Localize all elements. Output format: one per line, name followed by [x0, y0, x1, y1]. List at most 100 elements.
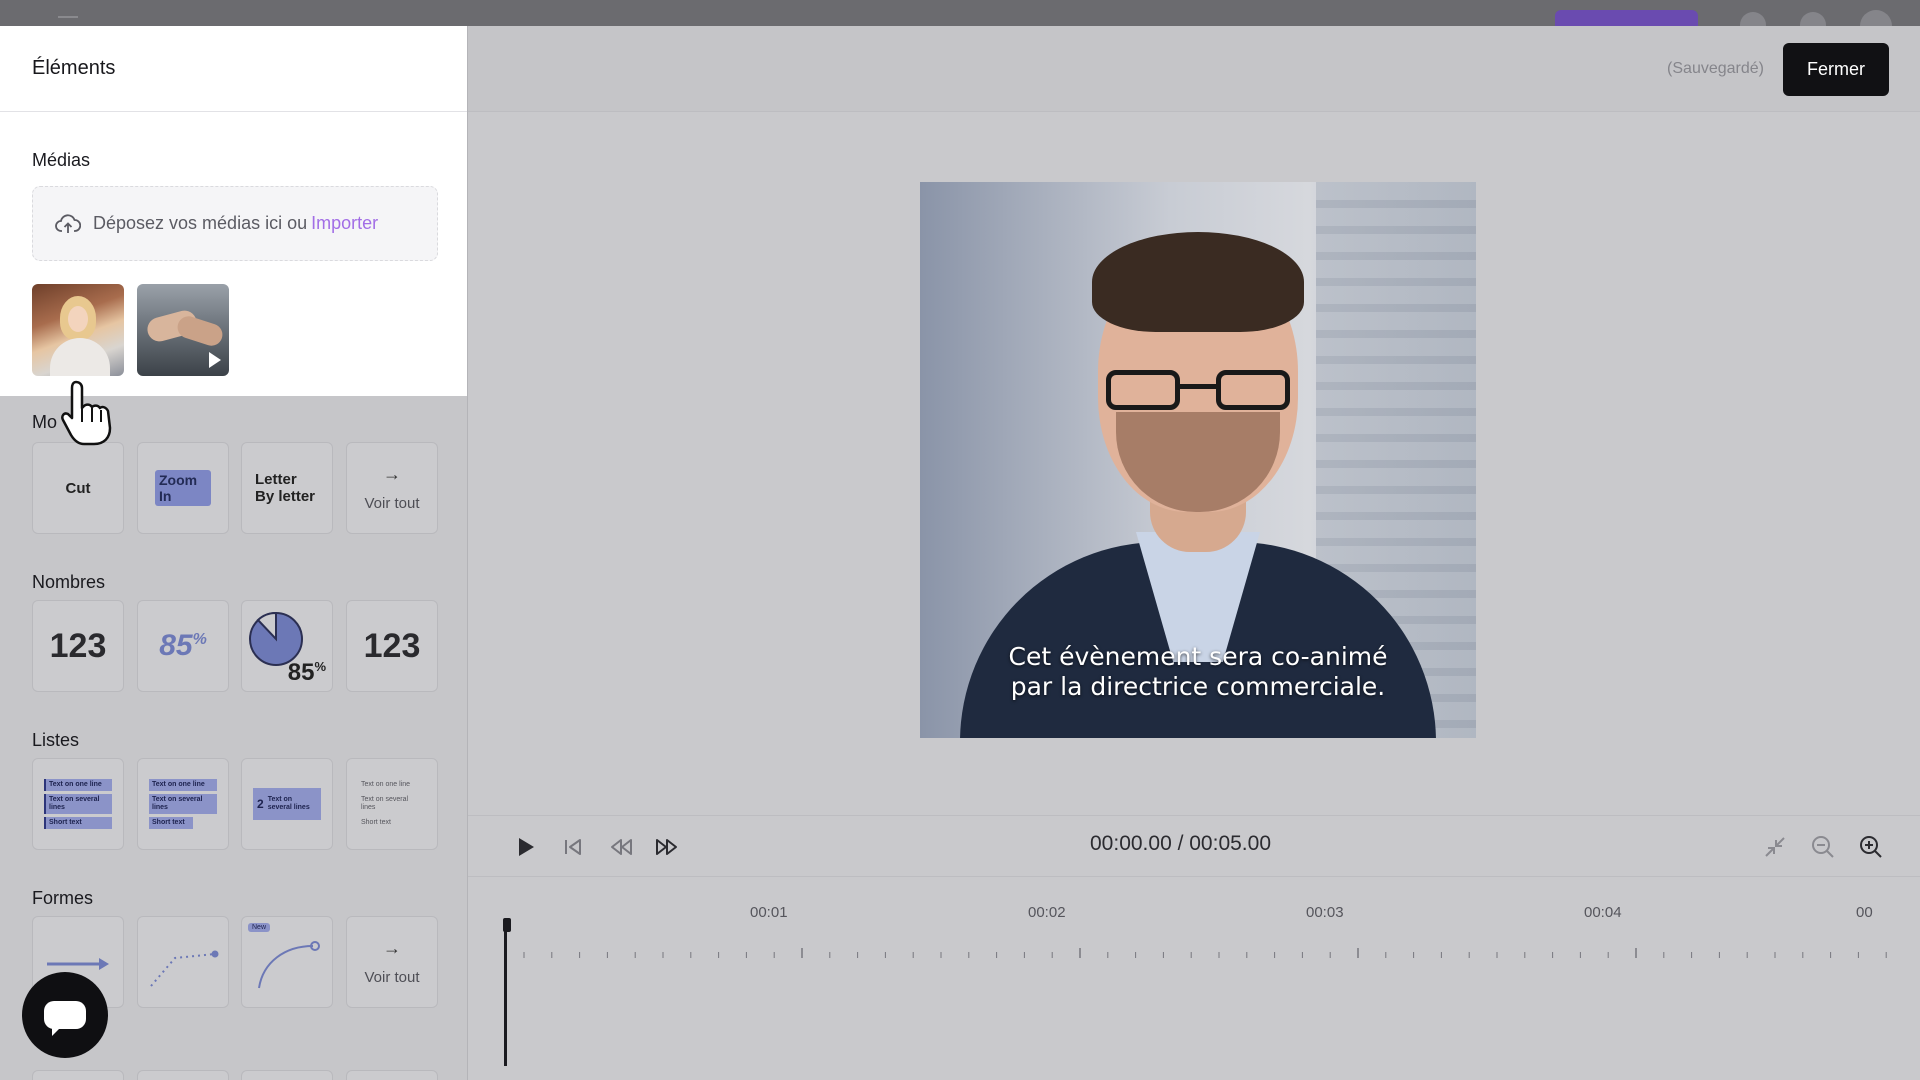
number-percent-tile[interactable]: 85%	[137, 600, 229, 692]
arrow-right-icon: →	[382, 938, 401, 958]
hand-pointer-icon	[61, 380, 112, 446]
timeline-mark: 00:04	[1584, 904, 1622, 921]
background-menu-icon	[58, 16, 78, 26]
chat-bubble-icon	[44, 1001, 86, 1036]
timeline-mark: 00:02	[1028, 904, 1066, 921]
list-numbered-tile[interactable]: 2 Text on several lines	[241, 758, 333, 850]
pie-percent-value: 85	[287, 659, 315, 686]
editor-area: (Sauvegardé) Fermer Cet évènement sera c…	[468, 26, 1920, 1080]
motion-zoom-in-tile[interactable]: Zoom In	[137, 442, 229, 534]
percent-value: 85	[159, 629, 193, 662]
timeline-mark: 00:03	[1306, 904, 1344, 921]
fast-forward-icon[interactable]	[654, 834, 680, 860]
number-counter-label: 123	[49, 626, 107, 665]
subtitle-caption: Cet évènement sera co-animé par la direc…	[920, 642, 1476, 702]
number-counter-tile[interactable]: 123	[32, 600, 124, 692]
elements-panel: Éléments Médias Déposez vos médias ici o…	[0, 26, 468, 1080]
list-row: Text on several lines	[44, 794, 112, 814]
list-row: Short text	[149, 817, 193, 829]
collapse-icon[interactable]	[1762, 834, 1788, 860]
list-row: Text on one line	[149, 779, 217, 791]
list-bar-tile[interactable]: Text on one line Text on several lines S…	[32, 758, 124, 850]
number-plain-tile[interactable]: 123	[346, 600, 438, 692]
import-link[interactable]: Importer	[311, 213, 378, 234]
media-thumbnail-image[interactable]	[32, 284, 124, 376]
play-icon[interactable]	[512, 834, 538, 860]
timeline-mark: 00	[1856, 904, 1873, 921]
shapes-see-all-tile[interactable]: → Voir tout	[346, 916, 438, 1008]
next-section-tile[interactable]	[32, 1070, 124, 1080]
skip-to-start-icon[interactable]	[560, 834, 586, 860]
cut-label: Cut	[65, 479, 91, 497]
list-row: Short text	[44, 817, 112, 829]
shapes-section-title: Formes	[32, 888, 94, 908]
play-badge-icon	[209, 352, 221, 368]
next-section-tile[interactable]	[137, 1070, 229, 1080]
number-plain-label: 123	[363, 626, 421, 665]
list-block-tile[interactable]: Text on one line Text on several lines S…	[137, 758, 229, 850]
chat-support-button[interactable]	[22, 972, 108, 1058]
zoom-in-icon[interactable]	[1858, 834, 1884, 860]
motion-letter-by-letter-tile[interactable]: Letter By letter	[241, 442, 333, 534]
cloud-upload-icon	[55, 213, 81, 233]
timeline[interactable]: 00:01 00:02 00:03 00:04 00	[503, 886, 1896, 1066]
shape-curve-tile[interactable]: New	[241, 916, 333, 1008]
shape-dotted-line-tile[interactable]	[137, 916, 229, 1008]
motion-section-title: Mo	[32, 412, 58, 432]
background-help-icon	[1740, 12, 1766, 26]
video-preview[interactable]: Cet évènement sera co-animé par la direc…	[920, 182, 1476, 738]
number-percent-label: 85%	[159, 629, 207, 663]
see-all-label: Voir tout	[364, 495, 420, 512]
media-dropzone[interactable]: Déposez vos médias ici ou Importer	[32, 186, 438, 261]
motion-cut-tile[interactable]: Cut	[32, 442, 124, 534]
pie-percent-label: 85%	[288, 659, 326, 687]
see-all-label: Voir tout	[364, 969, 420, 986]
editor-header: (Sauvegardé) Fermer	[468, 26, 1920, 112]
letter-by-letter-label: Letter By letter	[255, 471, 316, 505]
player-controls: 00:00.00 / 00:05.00	[468, 815, 1920, 877]
list-row: Short text	[361, 819, 391, 826]
close-button[interactable]: Fermer	[1783, 43, 1889, 96]
motion-see-all-tile[interactable]: → Voir tout	[346, 442, 438, 534]
number-pie-tile[interactable]: 85%	[241, 600, 333, 692]
rewind-icon[interactable]	[608, 834, 634, 860]
playhead[interactable]	[503, 918, 511, 1066]
pie-percent-unit: %	[314, 659, 326, 674]
playback-time: 00:00.00 / 00:05.00	[1090, 832, 1271, 855]
arrow-shape-icon	[47, 958, 109, 970]
lists-section-title: Listes	[32, 730, 80, 750]
background-primary-button	[1555, 10, 1698, 26]
list-preview: 2 Text on several lines	[253, 788, 321, 820]
list-row: Text on one line	[44, 779, 112, 791]
dotted-line-icon	[150, 950, 219, 987]
list-row: Text on several lines	[149, 794, 217, 814]
next-section-tile[interactable]	[346, 1070, 438, 1080]
background-notification-icon	[1800, 12, 1826, 26]
media-section-title: Médias	[32, 150, 91, 170]
list-row: Text on several lines	[267, 796, 310, 811]
arrow-right-icon: →	[382, 464, 401, 484]
next-section-tile[interactable]	[241, 1070, 333, 1080]
list-check-tile[interactable]: Text on one line Text on several lines S…	[346, 758, 438, 850]
new-badge: New	[248, 923, 271, 932]
zoom-in-label: Zoom In	[155, 470, 211, 506]
percent-unit: %	[192, 631, 207, 648]
list-row: Text on several lines	[361, 796, 409, 811]
background-avatar	[1860, 10, 1892, 26]
dropzone-text: Déposez vos médias ici ou	[93, 213, 308, 233]
caption-line: par la directrice commerciale.	[1010, 672, 1386, 701]
background-app-bar	[0, 0, 1920, 26]
save-status: (Sauvegardé)	[1667, 60, 1764, 77]
list-preview: Text on one line Text on several lines S…	[44, 779, 112, 829]
editor-modal: Éléments Médias Déposez vos médias ici o…	[0, 26, 1920, 1080]
curve-shape-icon	[258, 941, 320, 989]
numbers-section-title: Nombres	[32, 572, 106, 592]
list-index: 2	[257, 797, 264, 811]
timeline-mark: 00:01	[750, 904, 788, 921]
media-thumbnail-video[interactable]	[137, 284, 229, 376]
zoom-out-icon[interactable]	[1810, 834, 1836, 860]
timeline-ruler	[523, 948, 1887, 958]
panel-title: Éléments	[0, 26, 467, 112]
list-preview: Text on one line Text on several lines S…	[358, 779, 426, 829]
list-preview: Text on one line Text on several lines S…	[149, 779, 217, 829]
